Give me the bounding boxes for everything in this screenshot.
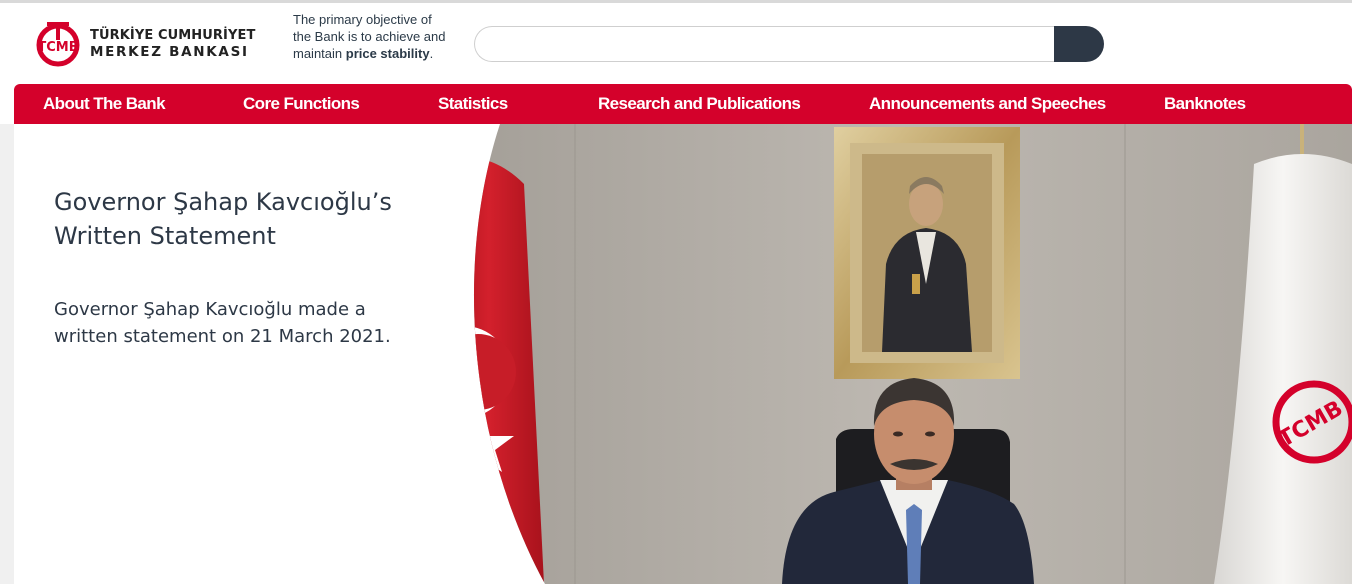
search-input[interactable] [474,26,1054,62]
tcmb-emblem-icon: TCMB [36,22,80,67]
tcmb-logo[interactable]: TCMB TÜRKİYE CUMHURİYET MERKEZ BANKASI [34,20,258,68]
header-tagline: The primary objective of the Bank is to … [293,11,453,62]
tagline-end: . [429,46,434,61]
logo-line-1: TÜRKİYE CUMHURİYET [90,28,256,43]
portrait-frame [834,127,1020,379]
browser-top-border [0,0,1352,3]
hero-banner[interactable]: TCMB Governor Şahap Kavcıoğlu’s Written … [14,124,1352,584]
nav-banknotes[interactable]: Banknotes [1164,84,1246,124]
logo-wordmark: TÜRKİYE CUMHURİYET MERKEZ BANKASI [90,27,255,61]
search-button[interactable] [1054,26,1104,62]
nav-about-the-bank[interactable]: About The Bank [43,84,166,124]
logo-line-2: MERKEZ BANKASI [90,44,249,60]
nav-core-functions[interactable]: Core Functions [243,84,360,124]
tagline-emphasis: price stability [345,46,430,61]
hero-title[interactable]: Governor Şahap Kavcıoğlu’s Written State… [54,185,414,253]
nav-research-and-publications[interactable]: Research and Publications [598,84,801,124]
main-nav: About The Bank Core Functions Statistics… [14,84,1352,124]
hero-description: Governor Şahap Kavcıoğlu made a written … [54,299,391,347]
nav-statistics[interactable]: Statistics [438,84,508,124]
nav-announcements-and-speeches[interactable]: Announcements and Speeches [869,84,1106,124]
emblem-text: TCMB [37,40,78,55]
hero-left-gutter [0,124,14,584]
search-bar [474,26,1104,62]
